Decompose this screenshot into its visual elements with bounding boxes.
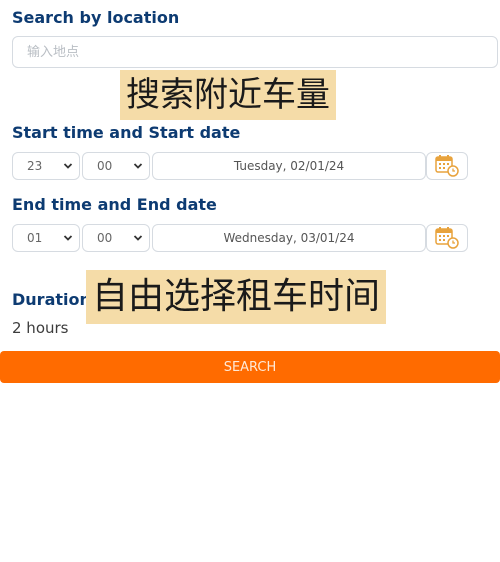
start-hour-value: 23 [27,159,43,173]
location-heading: Search by location [12,8,180,27]
start-calendar-button[interactable] [426,152,468,180]
start-date-value: Tuesday, 02/01/24 [233,159,345,173]
start-minute-value: 00 [97,159,113,173]
search-button[interactable]: SEARCH [0,351,500,383]
overlay-label-search-nearby: 搜索附近车量 [120,70,336,120]
end-minute-value: 00 [97,231,113,245]
end-calendar-button[interactable] [426,224,468,252]
end-hour-select[interactable]: 01 [12,224,80,252]
chevron-down-icon [63,163,73,169]
duration-value: 2 hours [12,319,69,337]
end-date-value: Wednesday, 03/01/24 [223,231,355,245]
location-search-input[interactable] [12,36,498,68]
start-datetime-heading: Start time and Start date [12,123,241,142]
start-hour-select[interactable]: 23 [12,152,80,180]
start-minute-select[interactable]: 00 [82,152,150,180]
end-datetime-heading: End time and End date [12,195,217,214]
chevron-down-icon [133,163,143,169]
car-rental-search-page: Search by location 搜索附近车量 Start time and… [0,0,500,562]
overlay-label-choose-time: 自由选择租车时间 [86,270,387,324]
calendar-clock-icon [435,227,459,249]
end-hour-value: 01 [27,231,43,245]
start-date-field[interactable]: Tuesday, 02/01/24 [152,152,426,180]
duration-heading: Duration [12,290,91,309]
chevron-down-icon [133,235,143,241]
calendar-clock-icon [435,155,459,177]
chevron-down-icon [63,235,73,241]
end-date-field[interactable]: Wednesday, 03/01/24 [152,224,426,252]
end-minute-select[interactable]: 00 [82,224,150,252]
